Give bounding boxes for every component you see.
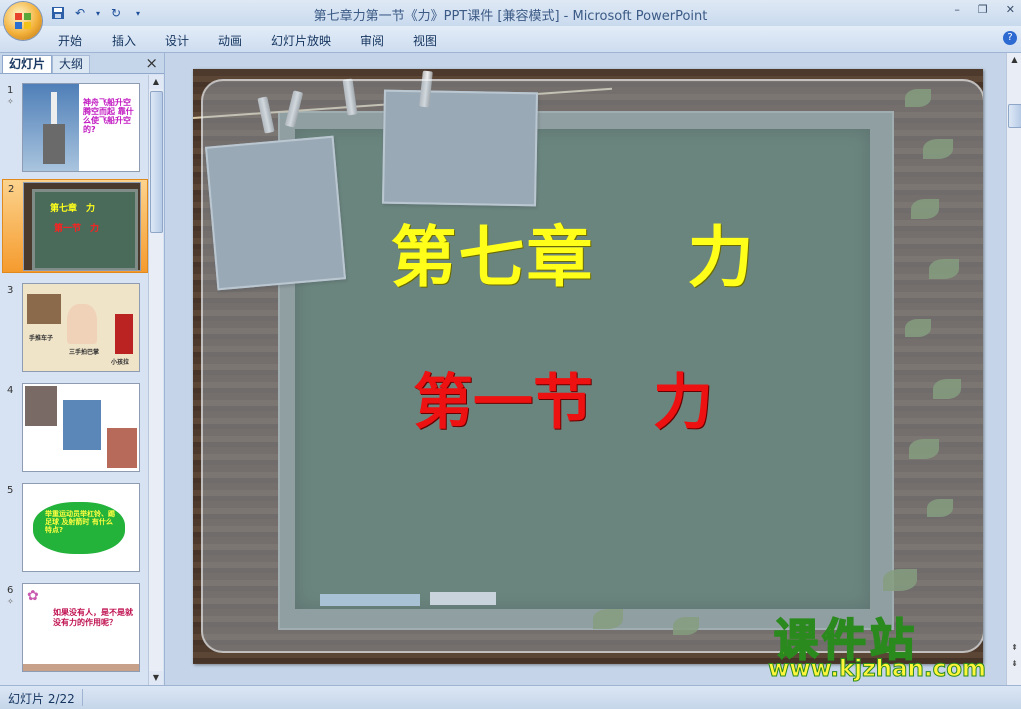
thumbnail-subtitle: 第一节 力 — [54, 224, 100, 234]
previous-slide-icon[interactable]: ⇞ — [1007, 641, 1021, 655]
thumbnail-number: 1 — [7, 85, 14, 96]
scroll-down-icon[interactable]: ▼ — [149, 671, 163, 685]
thumbnail-number: 2 — [8, 184, 15, 195]
status-bar: 幻灯片 2/22 — [0, 685, 1021, 709]
status-separator — [82, 689, 83, 706]
thumbnail-label: 手推车子 — [29, 335, 54, 342]
watermark-url: www.kjzhan.com — [768, 656, 987, 683]
thumbnail-image: 举重运动员举杠铃、踢足球 及射箭时 有什么特点? — [22, 483, 140, 572]
thumbnail-title: 第七章 力 — [50, 204, 96, 214]
animation-icon: ✧ — [7, 597, 14, 606]
thumbnail-text: 举重运动员举杠铃、踢足球 及射箭时 有什么特点? — [45, 510, 115, 534]
slide-editor: 第七章 力 第一节 力 — [166, 53, 1006, 685]
office-logo-icon — [15, 13, 31, 29]
slide-title[interactable]: 第七章 力 — [363, 204, 783, 300]
football-photo — [107, 428, 137, 468]
animation-icon: ✧ — [7, 97, 14, 106]
window-title: 第七章力第一节《力》PPT课件 [兼容模式] - Microsoft Power… — [313, 9, 708, 24]
current-slide[interactable]: 第七章 力 第一节 力 — [193, 69, 983, 664]
scroll-thumb[interactable] — [150, 91, 163, 233]
volleyball-photo — [63, 400, 101, 450]
slide-thumbnails: 1 ✧ 神舟飞船升空腾空而起 靠什么使飞船升空的? 2 第七章 力 第一节 力 … — [0, 75, 148, 685]
weightlifter-photo — [25, 386, 57, 426]
rocket-photo — [23, 84, 79, 171]
tab-slides[interactable]: 幻灯片 — [2, 55, 53, 73]
title-bar: ↶ ▾ ↻ ▾ 第七章力第一节《力》PPT课件 [兼容模式] - Microso… — [0, 0, 1021, 40]
thumbnail-number: 5 — [7, 485, 14, 496]
thumbnail-image: 手推车子 三手拍巴掌 小孩拉 — [22, 283, 140, 372]
tab-design[interactable]: 设计 — [165, 32, 189, 49]
thumbnail-image: 第七章 力 第一节 力 — [23, 182, 141, 271]
thumbnail-number: 4 — [7, 385, 14, 396]
flower-icon: ✿ — [27, 588, 39, 604]
thumbnail-image: ✿ 如果没有人，是不是就没有力的作用呢？ — [22, 583, 140, 672]
next-slide-icon[interactable]: ⇟ — [1007, 657, 1021, 671]
tab-insert[interactable]: 插入 — [112, 32, 136, 49]
scroll-thumb[interactable] — [1008, 104, 1021, 128]
slide-thumbnail-6[interactable]: 6 ✧ ✿ 如果没有人，是不是就没有力的作用呢？ — [2, 581, 146, 673]
help-icon[interactable]: ? — [1003, 31, 1017, 45]
thumbnail-text: 如果没有人，是不是就没有力的作用呢？ — [53, 608, 133, 627]
close-pane-icon[interactable]: × — [145, 54, 158, 72]
tab-view[interactable]: 视图 — [413, 32, 437, 49]
thumbnail-image — [22, 383, 140, 472]
thumbnail-text: 神舟飞船升空腾空而起 靠什么使飞船升空的? — [83, 98, 134, 134]
minimize-button[interactable]: – — [954, 3, 960, 16]
slide-thumbnail-2[interactable]: 2 第七章 力 第一节 力 — [2, 179, 148, 273]
tab-home[interactable]: 开始 — [58, 32, 82, 49]
thumbnail-image: 神舟飞船升空腾空而起 靠什么使飞船升空的? — [22, 83, 140, 172]
scroll-up-icon[interactable]: ▲ — [149, 75, 163, 89]
window-controls: – ❐ ✕ — [954, 3, 1015, 16]
tab-slideshow[interactable]: 幻灯片放映 — [271, 32, 331, 49]
tab-review[interactable]: 审阅 — [360, 32, 384, 49]
slide-subtitle[interactable]: 第一节 力 — [383, 354, 743, 441]
watermark-logo: 课件站 www.kjzhan.com — [768, 604, 1008, 684]
tab-animations[interactable]: 动画 — [218, 32, 242, 49]
slide-counter: 幻灯片 2/22 — [8, 692, 75, 706]
slide-thumbnail-4[interactable]: 4 — [2, 381, 146, 473]
slide-thumbnail-1[interactable]: 1 ✧ 神舟飞船升空腾空而起 靠什么使飞船升空的? — [2, 81, 146, 173]
close-button[interactable]: ✕ — [1006, 3, 1015, 16]
thumbnail-number: 3 — [7, 285, 14, 296]
thumbnail-label: 三手拍巴掌 — [69, 349, 100, 356]
tab-outline[interactable]: 大纲 — [52, 55, 91, 73]
slide-thumbnail-5[interactable]: 5 举重运动员举杠铃、踢足球 及射箭时 有什么特点? — [2, 481, 146, 573]
office-button[interactable] — [4, 2, 42, 40]
thumbnail-label: 小孩拉 — [111, 359, 130, 366]
ribbon-tabs: 开始 插入 设计 动画 幻灯片放映 审阅 视图 ? — [0, 26, 1021, 53]
thumbnail-number: 6 — [7, 585, 14, 596]
slides-pane: 幻灯片 大纲 × 1 ✧ 神舟飞船升空腾空而起 靠什么使飞船升空的? 2 第七章… — [0, 53, 165, 685]
pane-scrollbar[interactable]: ▲ ▼ — [148, 75, 163, 685]
restore-button[interactable]: ❐ — [978, 3, 988, 16]
scroll-up-icon[interactable]: ▲ — [1007, 53, 1021, 67]
slide-thumbnail-3[interactable]: 3 手推车子 三手拍巴掌 小孩拉 — [2, 281, 146, 373]
editor-scrollbar[interactable]: ▲ ⇞ ⇟ — [1006, 53, 1021, 685]
pane-tabs: 幻灯片 大纲 × — [0, 53, 164, 74]
